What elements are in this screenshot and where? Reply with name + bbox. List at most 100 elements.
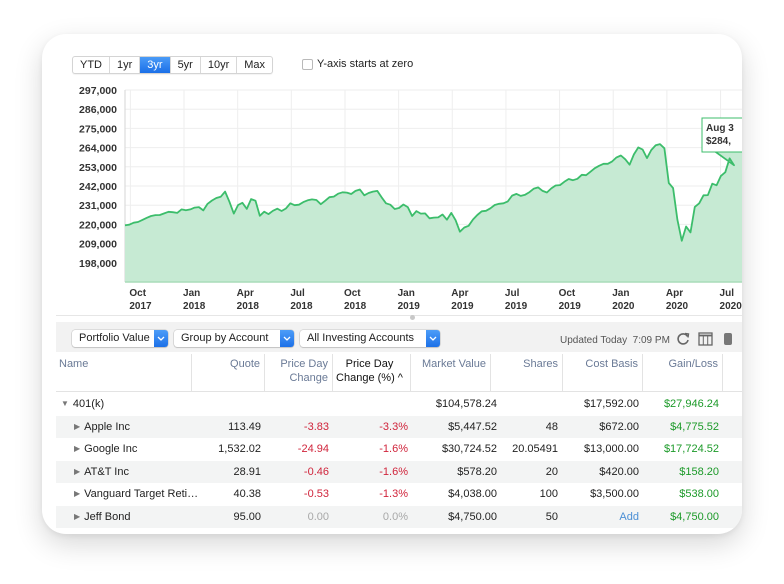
- column-header-label: Cost Basis: [585, 358, 638, 370]
- column-header-label: Price Day: [345, 358, 394, 370]
- print-icon[interactable]: [720, 332, 734, 351]
- row-price-day-change-pct: -1.6%: [379, 465, 408, 478]
- updated-label: Updated Today: [560, 335, 628, 346]
- table-row[interactable]: ▶ Jeff Bond 95.00 0.00 0.0% $4,750.00 50 Add $4,…: [56, 505, 742, 529]
- x-tick-year: 2020: [666, 301, 689, 312]
- group-market-value: $104,578.24: [435, 398, 497, 410]
- x-tick-month: Jul: [720, 288, 735, 299]
- row-quote: 40.38: [233, 488, 261, 500]
- chart-area-fill: [125, 133, 742, 282]
- range-segmented-control: YTD 1yr 3yr 5yr 10yr Max: [72, 56, 274, 74]
- accounts-select[interactable]: All Investing Accounts: [300, 330, 440, 347]
- x-tick: Oct 2017: [129, 288, 152, 312]
- y-axis-zero-checkbox[interactable]: [302, 58, 313, 70]
- range-1yr[interactable]: 1yr: [110, 57, 141, 73]
- column-header-label: Market Value: [422, 358, 486, 370]
- column-header-label-line2: Change (%) ^: [336, 372, 403, 384]
- row-price-day-change: -0.46: [303, 465, 329, 478]
- refresh-icon[interactable]: [676, 332, 690, 351]
- updated-time: 7:09 PM: [632, 335, 670, 346]
- x-tick-month: Oct: [344, 288, 361, 299]
- x-tick: Oct 2019: [559, 288, 582, 312]
- disclosure-collapsed-icon[interactable]: ▶: [74, 438, 80, 461]
- row-quote: 95.00: [233, 510, 261, 523]
- row-name: ▶ Vanguard Target Reti…: [74, 483, 198, 506]
- tooltip-value: $284,: [706, 136, 731, 147]
- group-select-value: Group by Account: [181, 332, 269, 344]
- y-tick-label: 198,000: [79, 258, 117, 270]
- chevron-down-icon: [426, 330, 440, 347]
- column-header-price-day-change-pct[interactable]: Price Day Change (%) ^: [333, 354, 411, 392]
- x-tick: Jan 2018: [183, 288, 206, 312]
- y-axis-zero-toggle[interactable]: Y-axis starts at zero: [302, 58, 413, 70]
- table-header: Name Quote Price Day Change Price Day Chan…: [56, 354, 742, 392]
- x-tick: Jul 2018: [290, 288, 313, 312]
- x-tick: Apr 2018: [237, 288, 260, 312]
- columns-icon[interactable]: [698, 332, 713, 351]
- disclosure-collapsed-icon[interactable]: ▶: [74, 461, 80, 484]
- y-tick-label: 242,000: [79, 181, 117, 193]
- row-name-label: Jeff Bond: [84, 510, 131, 523]
- table-row[interactable]: ▶ AT&T Inc 28.91 -0.46 -1.6% $578.20 20 $420.00…: [56, 460, 742, 484]
- row-market-value: $4,750.00: [448, 510, 497, 523]
- portfolio-chart[interactable]: 297,000 286,000 275,000 264,000 253,000 242,0…: [56, 82, 742, 314]
- group-select[interactable]: Group by Account: [174, 330, 294, 347]
- column-header-price-day-change[interactable]: Price Day Change: [265, 354, 333, 392]
- x-tick-year: 2020: [720, 301, 742, 312]
- row-gain-loss: $4,750.00: [670, 510, 719, 523]
- tooltip-date: Aug 3: [706, 123, 734, 134]
- row-name-label: Apple Inc: [84, 420, 131, 433]
- accounts-select-value: All Investing Accounts: [307, 332, 415, 344]
- row-gain-loss: $538.00: [679, 488, 719, 500]
- row-shares: 20: [545, 465, 558, 478]
- x-tick-year: 2020: [612, 301, 635, 312]
- x-tick-year: 2019: [398, 301, 421, 312]
- group-name-label: 401(k): [72, 398, 105, 410]
- x-tick-month: Oct: [559, 288, 576, 299]
- x-tick: Jul 2019: [505, 288, 528, 312]
- column-header-shares[interactable]: Shares: [491, 354, 563, 392]
- y-tick-label: 220,000: [79, 219, 117, 231]
- column-header-name[interactable]: Name: [56, 354, 192, 392]
- table-row[interactable]: ▶ Vanguard Target Reti… 40.38 -0.53 -1.3% $4,…: [56, 483, 742, 506]
- x-tick: Jan 2019: [398, 288, 421, 312]
- column-header-gain-loss[interactable]: Gain/Loss: [643, 354, 723, 392]
- column-header-market-value[interactable]: Market Value: [411, 354, 491, 392]
- y-tick-label: 297,000: [79, 85, 117, 97]
- disclosure-collapsed-icon[interactable]: ▶: [74, 506, 80, 529]
- row-price-day-change: 0.00: [307, 510, 329, 523]
- split-resize-handle[interactable]: [410, 315, 415, 320]
- column-header-label-line2: Change: [289, 372, 328, 384]
- row-name-label: Vanguard Target Reti…: [84, 488, 199, 500]
- range-3yr[interactable]: 3yr: [140, 57, 171, 73]
- x-tick-month: Jan: [183, 288, 200, 299]
- x-tick-year: 2019: [505, 301, 528, 312]
- range-5yr[interactable]: 5yr: [171, 57, 201, 73]
- disclosure-collapsed-icon[interactable]: ▶: [74, 483, 80, 506]
- x-tick-year: 2019: [451, 301, 474, 312]
- range-ytd[interactable]: YTD: [73, 57, 110, 73]
- add-cost-basis-link[interactable]: Add: [619, 506, 639, 529]
- column-header-label: Name: [59, 358, 89, 370]
- row-name-label: Google Inc: [84, 443, 138, 455]
- row-market-value: $5,447.52: [448, 420, 497, 433]
- split-divider: [56, 315, 742, 316]
- x-tick-month: Apr: [237, 288, 254, 299]
- row-quote: 1,532.02: [218, 443, 261, 455]
- x-tick-month: Jul: [505, 288, 520, 299]
- row-gain-loss: $17,724.52: [663, 443, 719, 455]
- range-max[interactable]: Max: [237, 57, 272, 73]
- disclosure-expanded-icon[interactable]: ▼: [61, 393, 69, 416]
- table-row[interactable]: ▶ Google Inc 1,532.02 -24.94 -1.6% $30,724.52…: [56, 438, 742, 461]
- app-content: YTD 1yr 3yr 5yr 10yr Max Y-axis starts a…: [56, 34, 742, 534]
- chart-tooltip: Aug 3 $284,: [701, 117, 742, 153]
- row-price-day-change: -3.83: [303, 420, 329, 433]
- group-row-401k[interactable]: ▼ 401(k) $104,578.24 $17,592.00 $27,946.2…: [56, 393, 742, 416]
- column-header-cost-basis[interactable]: Cost Basis: [563, 354, 643, 392]
- view-select[interactable]: Portfolio Value: [72, 330, 168, 347]
- table-row[interactable]: ▶ Apple Inc 113.49 -3.83 -3.3% $5,447.52 48 $67…: [56, 415, 742, 439]
- disclosure-collapsed-icon[interactable]: ▶: [74, 416, 80, 439]
- x-tick: Jan 2020: [612, 288, 635, 312]
- range-10yr[interactable]: 10yr: [201, 57, 238, 73]
- column-header-quote[interactable]: Quote: [192, 354, 265, 392]
